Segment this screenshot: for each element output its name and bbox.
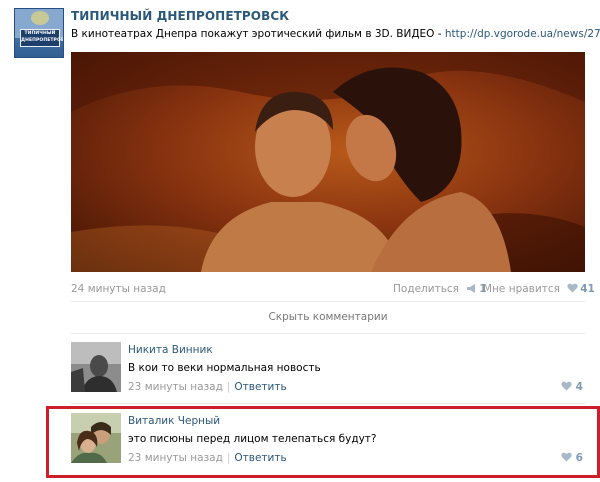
share-button[interactable]: Поделиться 1 <box>393 283 487 296</box>
group-name-link[interactable]: ТИПИЧНЫЙ ДНЕПРОПЕТРОВСК <box>71 9 289 23</box>
post-photo[interactable] <box>71 52 585 272</box>
comment-timestamp[interactable]: 23 минуты назад <box>128 381 223 393</box>
post-link[interactable]: http://dp.vgorode.ua/news/271152 <box>445 28 600 40</box>
comment-like-button[interactable]: 4 <box>561 381 583 393</box>
comment-like-button[interactable]: 6 <box>561 452 583 464</box>
avatar[interactable] <box>71 342 121 392</box>
heart-icon <box>567 283 578 296</box>
avatar[interactable] <box>71 413 121 463</box>
group-logo-plaque: ТИПИЧНЫЙ ДНЕПРОПЕТРОВСК <box>20 29 63 47</box>
comment-author-link[interactable]: Никита Винник <box>128 344 213 356</box>
reply-link[interactable]: Ответить <box>234 381 286 393</box>
like-count: 41 <box>580 283 595 295</box>
divider <box>71 403 585 404</box>
heart-icon <box>561 452 576 464</box>
like-label: Мне нравится <box>483 283 560 295</box>
group-avatar[interactable]: ТИПИЧНЫЙ ДНЕПРОПЕТРОВСК <box>14 8 64 58</box>
comment-timestamp[interactable]: 23 минуты назад <box>128 452 223 464</box>
heart-icon <box>561 381 576 393</box>
post-text: В кинотеатрах Днепра покажут эротический… <box>71 28 600 40</box>
megaphone-icon <box>466 284 477 296</box>
comment-text: это писюны перед лицом телепаться будут? <box>128 433 377 445</box>
comment-meta: 23 минуты назад | Ответить <box>128 381 287 393</box>
reply-link[interactable]: Ответить <box>234 452 286 464</box>
like-button[interactable]: Мне нравится 41 <box>483 283 595 296</box>
comment-like-count: 6 <box>575 452 583 464</box>
comment-author-link[interactable]: Виталик Черный <box>128 415 220 427</box>
comment-text: В кои то веки нормальная новость <box>128 362 321 374</box>
hide-comments-link[interactable]: Скрыть комментарии <box>71 311 585 323</box>
divider <box>71 333 585 334</box>
post-timestamp[interactable]: 24 минуты назад <box>71 283 166 295</box>
divider <box>71 301 585 302</box>
comment-like-count: 4 <box>575 381 583 393</box>
share-label: Поделиться <box>393 283 459 295</box>
comment-meta: 23 минуты назад | Ответить <box>128 452 287 464</box>
